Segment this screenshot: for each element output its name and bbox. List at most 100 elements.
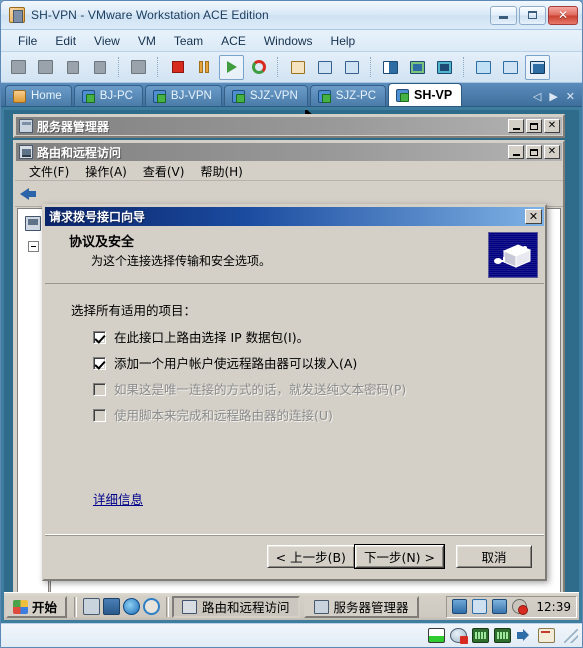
browser-icon[interactable] xyxy=(143,598,161,615)
quick-switch-icon[interactable] xyxy=(432,55,457,80)
menu-ace[interactable]: ACE xyxy=(212,32,255,50)
details-link[interactable]: 详细信息 xyxy=(93,489,143,508)
network-icon[interactable] xyxy=(452,599,468,614)
menu-team[interactable]: Team xyxy=(165,32,212,50)
checkbox-label: 如果这是唯一连接的方式的话，就发送纯文本密码(P) xyxy=(114,382,407,397)
close-button[interactable]: ✕ xyxy=(544,145,560,159)
back-arrow-icon[interactable] xyxy=(19,184,39,204)
show-desktop-icon[interactable] xyxy=(103,598,121,615)
checkbox-route-ip[interactable] xyxy=(93,331,106,344)
window-controls: ✕ xyxy=(490,5,578,25)
show-sidebar-icon[interactable] xyxy=(378,55,403,80)
minimize-button[interactable] xyxy=(508,119,524,133)
play-icon[interactable] xyxy=(219,54,244,80)
home-icon xyxy=(13,89,26,103)
options-intro-label: 选择所有适用的项目： xyxy=(71,303,197,318)
checkbox-row-use-script: 使用脚本来完成和远程路由器的连接(U) xyxy=(93,408,526,423)
menu-view[interactable]: View xyxy=(85,32,129,50)
tab-sjz-vpn[interactable]: SJZ-VPN xyxy=(223,85,308,106)
demand-dial-interface-wizard[interactable]: 请求拨号接口向导 ✕ 协议及安全 为这个连接选择传输和安全选项。 选择所有适用的… xyxy=(42,204,547,581)
guest-desktop[interactable]: 服务器管理器 ✕ 路由和远程访问 ✕ 文件(F) 操作(A) 查看(V) 帮助(… xyxy=(4,110,579,620)
network-router-banner-icon xyxy=(488,232,538,278)
volume-muted-icon[interactable] xyxy=(512,599,529,615)
power-off-icon[interactable] xyxy=(6,55,31,80)
vm-icon xyxy=(152,89,166,103)
tab-bj-pc[interactable]: BJ-PC xyxy=(73,85,143,106)
tab-next-icon[interactable]: ▶ xyxy=(549,90,557,103)
checkbox-row-route-ip[interactable]: 在此接口上路由选择 IP 数据包(I)。 xyxy=(93,330,526,345)
snapshot-new-icon[interactable] xyxy=(285,55,310,80)
maximize-button[interactable] xyxy=(519,5,546,25)
guest-taskbar: 开始 路由和远程访问 服务器管理器 12:39 xyxy=(4,592,579,620)
taskbar-divider xyxy=(166,596,170,617)
minimize-button[interactable] xyxy=(490,5,517,25)
network-adapter-2-icon[interactable] xyxy=(494,628,511,643)
taskbar-clock[interactable]: 12:39 xyxy=(536,600,571,614)
server-manager-icon[interactable] xyxy=(83,598,101,615)
close-button[interactable]: ✕ xyxy=(548,5,578,25)
rras-window[interactable]: 路由和远程访问 ✕ 文件(F) 操作(A) 查看(V) 帮助(H) 请求拨号接口… xyxy=(13,140,565,620)
minimize-button[interactable] xyxy=(508,145,524,159)
fullscreen-icon[interactable] xyxy=(405,55,430,80)
display-icon[interactable] xyxy=(428,628,445,643)
menu-help[interactable]: Help xyxy=(322,32,365,50)
network-status-icon[interactable] xyxy=(492,599,508,614)
taskbar-item-label: 服务器管理器 xyxy=(333,600,409,615)
rras-title: 路由和远程访问 xyxy=(37,145,122,160)
tab-close-icon[interactable]: ✕ xyxy=(566,90,575,103)
reset-icon[interactable] xyxy=(246,55,271,80)
tab-label: SJZ-PC xyxy=(335,90,376,102)
checkbox-row-add-user-account[interactable]: 添加一个用户帐户使远程路由器可以拨入(A) xyxy=(93,356,526,371)
multiple-windows-icon[interactable] xyxy=(525,54,550,80)
resize-grip[interactable] xyxy=(564,628,578,643)
taskbar-item-server-manager[interactable]: 服务器管理器 xyxy=(303,595,419,618)
start-button[interactable]: 开始 xyxy=(6,595,68,618)
settings-icon[interactable] xyxy=(126,55,151,80)
taskbar-item-rras[interactable]: 路由和远程访问 xyxy=(172,595,300,618)
server-manager-titlebar: 服务器管理器 ✕ xyxy=(16,117,562,135)
server-node-icon[interactable] xyxy=(25,216,41,231)
harddisk-icon[interactable] xyxy=(450,628,468,644)
stop-icon[interactable] xyxy=(165,55,190,80)
tab-prev-icon[interactable]: ◁ xyxy=(533,90,541,103)
internet-explorer-icon[interactable] xyxy=(123,598,141,615)
tree-expander-icon[interactable] xyxy=(27,241,39,252)
guest-screen[interactable]: 服务器管理器 ✕ 路由和远程访问 ✕ 文件(F) 操作(A) 查看(V) 帮助(… xyxy=(1,106,582,623)
rras-menu-view[interactable]: 查看(V) xyxy=(135,162,193,181)
printer-icon[interactable] xyxy=(538,628,555,643)
maximize-button[interactable] xyxy=(526,119,542,133)
next-button[interactable]: 下一步(N) > xyxy=(353,544,446,569)
menu-edit[interactable]: Edit xyxy=(46,32,85,50)
back-button[interactable]: < 上一步(B) xyxy=(266,545,355,568)
server-manager-window[interactable]: 服务器管理器 ✕ xyxy=(13,114,565,138)
wizard-close-button[interactable]: ✕ xyxy=(525,209,542,224)
snapshot-manager2-icon[interactable] xyxy=(339,55,364,80)
menu-vm[interactable]: VM xyxy=(129,32,165,50)
console-view-icon[interactable] xyxy=(498,55,523,80)
server-manager-title: 服务器管理器 xyxy=(37,119,110,134)
rras-menu-file[interactable]: 文件(F) xyxy=(21,162,77,181)
snapshot-manager-icon[interactable] xyxy=(87,55,112,80)
sound-icon[interactable] xyxy=(516,628,533,643)
cancel-button[interactable]: 取消 xyxy=(456,545,532,568)
snapshot-take-icon[interactable] xyxy=(60,55,85,80)
tab-sh-vpn[interactable]: SH-VP xyxy=(388,83,463,106)
tab-home[interactable]: Home xyxy=(5,85,72,106)
tab-bj-vpn[interactable]: BJ-VPN xyxy=(144,85,222,106)
rras-menu-help[interactable]: 帮助(H) xyxy=(192,162,250,181)
menu-file[interactable]: File xyxy=(9,32,46,50)
network-center-icon[interactable] xyxy=(472,599,488,614)
checkbox-add-user-account[interactable] xyxy=(93,357,106,370)
close-button[interactable]: ✕ xyxy=(544,119,560,133)
maximize-button[interactable] xyxy=(526,145,542,159)
revert-snapshot-icon[interactable] xyxy=(312,55,337,80)
network-adapter-1-icon[interactable] xyxy=(472,628,489,643)
wizard-subheading: 为这个连接选择传输和安全选项。 xyxy=(91,254,272,269)
tab-sjz-pc[interactable]: SJZ-PC xyxy=(309,85,386,106)
rras-menu-action[interactable]: 操作(A) xyxy=(77,162,135,181)
preferences-icon[interactable] xyxy=(471,55,496,80)
wizard-title: 请求拨号接口向导 xyxy=(49,210,146,224)
suspend-icon[interactable] xyxy=(33,55,58,80)
menu-windows[interactable]: Windows xyxy=(255,32,322,50)
pause-icon[interactable] xyxy=(192,55,217,80)
